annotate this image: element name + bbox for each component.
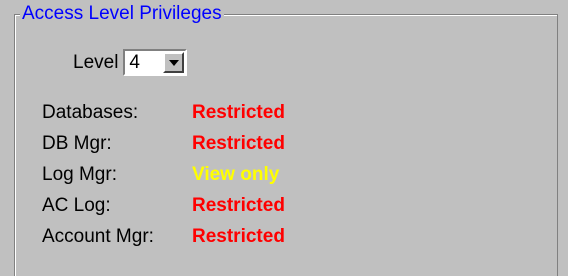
level-row: Level 4: [73, 49, 188, 76]
privilege-value: Restricted: [192, 195, 285, 216]
privilege-value: Restricted: [192, 102, 285, 123]
group-title: Access Level Privileges: [20, 3, 224, 25]
level-combobox[interactable]: 4: [123, 49, 188, 76]
level-value: 4: [129, 51, 140, 73]
privilege-label: DB Mgr:: [42, 133, 112, 154]
dropdown-arrow-icon: [168, 59, 179, 66]
privilege-label: Account Mgr:: [42, 226, 154, 247]
privilege-value: View only: [192, 164, 280, 185]
privilege-label: AC Log:: [42, 195, 111, 216]
privilege-label: Databases:: [42, 102, 139, 123]
level-dropdown-button[interactable]: [163, 52, 185, 73]
level-label: Level: [73, 51, 119, 73]
privilege-label: Log Mgr:: [42, 164, 117, 185]
privilege-value: Restricted: [192, 226, 285, 247]
privilege-value: Restricted: [192, 133, 285, 154]
